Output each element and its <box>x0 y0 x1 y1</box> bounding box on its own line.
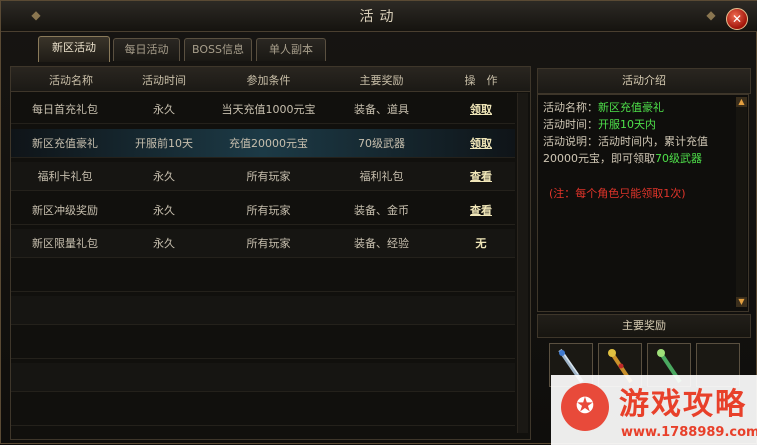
row-reward: 福利礼包 <box>359 170 404 183</box>
rewards-title: 主要奖励 <box>537 314 751 338</box>
row-time: 永久 <box>153 103 175 116</box>
intro-scrollbar[interactable]: ▲ ▼ <box>736 97 747 307</box>
intro-time-value: 开服10天内 <box>598 118 656 131</box>
tab-new-server-activity[interactable]: 新区活动 <box>38 36 110 62</box>
row-condition: 当天充值1000元宝 <box>221 103 316 116</box>
row-time: 永久 <box>153 237 175 250</box>
header-time: 活动时间 <box>142 74 186 87</box>
table-scrollbar[interactable] <box>517 93 528 433</box>
table-row[interactable]: 每日首充礼包 永久 当天充值1000元宝 装备、道具 领取 <box>11 95 515 124</box>
intro-box: 活动名称：新区充值豪礼 活动时间：开服10天内 活动说明：活动时间内，累计充值2… <box>537 94 749 312</box>
table-row[interactable]: 福利卡礼包 永久 所有玩家 福利礼包 查看 <box>11 162 515 191</box>
intro-title: 活动介绍 <box>537 68 751 94</box>
row-reward: 装备、道具 <box>354 103 409 116</box>
view-link[interactable]: 查看 <box>470 204 492 217</box>
close-button[interactable]: ✕ <box>726 8 748 30</box>
row-name: 新区冲级奖励 <box>32 204 98 217</box>
row-reward: 装备、金币 <box>354 204 409 217</box>
table-row[interactable]: 新区限量礼包 永久 所有玩家 装备、经验 无 <box>11 229 515 258</box>
intro-name-label: 活动名称： <box>543 101 598 114</box>
intro-time-label: 活动时间： <box>543 118 598 131</box>
row-condition: 所有玩家 <box>246 170 291 183</box>
empty-row <box>11 397 515 426</box>
header-condition: 参加条件 <box>246 74 291 87</box>
empty-row <box>11 296 515 325</box>
watermark-url: www.1788989.com <box>621 425 757 440</box>
header-reward: 主要奖励 <box>359 74 404 87</box>
activity-window: ◆ ◆ 活动 ✕ 新区活动 每日活动 BOSS信息 单人副本 活动名称 活动时间… <box>0 0 757 445</box>
claim-link[interactable]: 领取 <box>470 103 492 116</box>
view-link[interactable]: 查看 <box>470 170 492 183</box>
site-watermark: ✪ 游戏攻略 www.1788989.com <box>551 375 757 445</box>
title-bar[interactable]: ◆ ◆ 活动 ✕ <box>1 1 757 32</box>
intro-note: (注：每个角色只能领取1次) <box>549 187 686 200</box>
intro-text: 活动名称：新区充值豪礼 活动时间：开服10天内 活动说明：活动时间内，累计充值2… <box>543 99 729 202</box>
row-name: 新区充值豪礼 <box>32 137 98 150</box>
table-header: 活动名称 活动时间 参加条件 主要奖励 操 作 <box>11 67 530 92</box>
tab-boss-info[interactable]: BOSS信息 <box>184 38 252 61</box>
row-reward: 70级武器 <box>358 137 405 150</box>
scroll-down-icon[interactable]: ▼ <box>736 297 747 307</box>
empty-row <box>11 330 515 359</box>
table-row-selected[interactable]: 新区充值豪礼 开服前10天 充值20000元宝 70级武器 领取 <box>11 129 515 158</box>
activity-table: 活动名称 活动时间 参加条件 主要奖励 操 作 每日首充礼包 永久 当天充值10… <box>10 66 531 440</box>
window-title: 活动 <box>359 9 400 25</box>
tab-solo-dungeon[interactable]: 单人副本 <box>256 38 326 61</box>
no-action-text: 无 <box>475 237 487 250</box>
scroll-up-icon[interactable]: ▲ <box>736 97 747 107</box>
row-time: 开服前10天 <box>135 137 193 150</box>
row-name: 新区限量礼包 <box>32 237 98 250</box>
tab-daily-activity[interactable]: 每日活动 <box>113 38 180 61</box>
row-reward: 装备、经验 <box>354 237 409 250</box>
row-condition: 所有玩家 <box>246 237 291 250</box>
gamepad-logo-icon: ✪ <box>561 383 609 431</box>
claim-link[interactable]: 领取 <box>470 137 492 150</box>
watermark-title: 游戏攻略 <box>619 387 747 422</box>
intro-desc-highlight: 70级武器 <box>655 152 702 165</box>
row-time: 永久 <box>153 170 175 183</box>
row-name: 福利卡礼包 <box>37 170 93 183</box>
intro-desc-label: 活动说明： <box>543 135 598 148</box>
row-name: 每日首充礼包 <box>32 103 98 116</box>
table-row[interactable]: 新区冲级奖励 永久 所有玩家 装备、金币 查看 <box>11 196 515 225</box>
empty-row <box>11 263 515 292</box>
row-condition: 所有玩家 <box>246 204 291 217</box>
empty-row <box>11 363 515 392</box>
header-name: 活动名称 <box>49 74 93 87</box>
row-time: 永久 <box>153 204 175 217</box>
intro-name-value: 新区充值豪礼 <box>598 101 664 114</box>
row-condition: 充值20000元宝 <box>229 137 308 150</box>
header-action: 操 作 <box>464 74 498 87</box>
